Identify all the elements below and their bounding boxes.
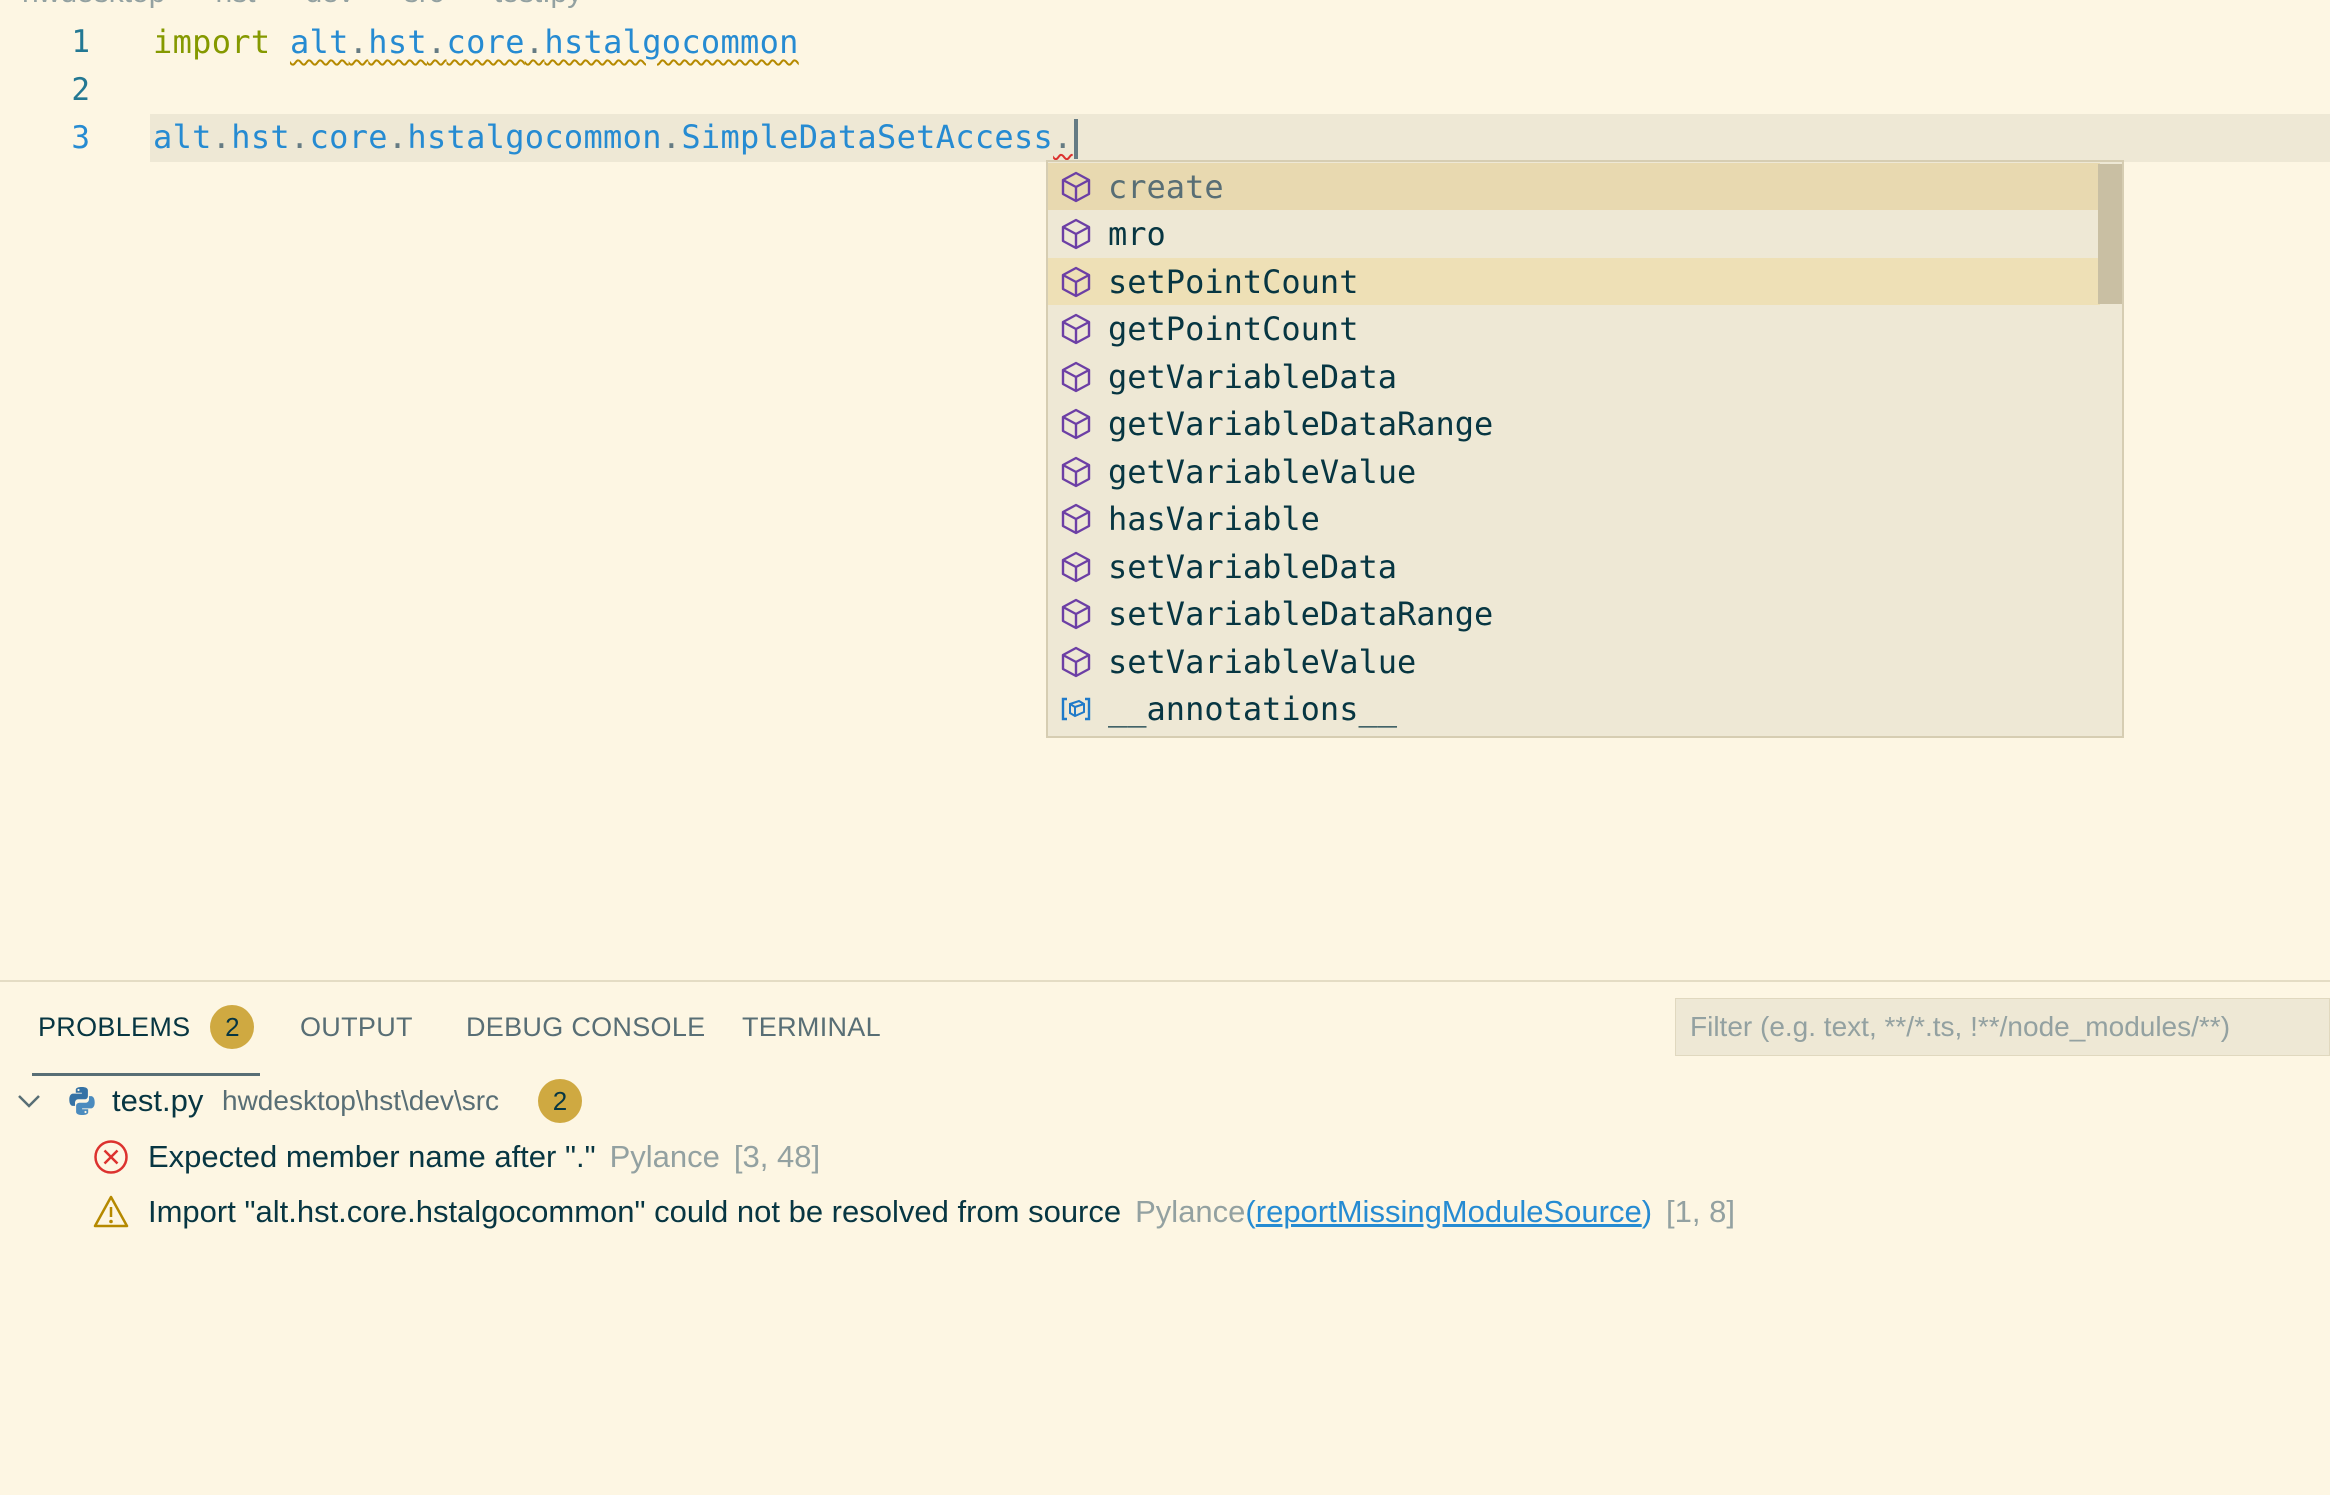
tab-output[interactable]: OUTPUT <box>300 982 413 1072</box>
module-segment: alt <box>289 23 349 61</box>
tab-label: PROBLEMS <box>38 1011 191 1042</box>
suggest-item[interactable]: setPointCount <box>1048 258 2100 305</box>
problem-message: Expected member name after "." <box>148 1139 596 1174</box>
line-number: 2 <box>71 72 90 108</box>
problem-message: Import "alt.hst.core.hstalgocommon" coul… <box>148 1194 1122 1229</box>
paren-open: ( <box>1245 1194 1256 1229</box>
bottom-panel: PROBLEMS 2 OUTPUT DEBUG CONSOLE TERMINAL <box>0 980 2330 1495</box>
code-text: alt.hst.core.hstalgocommon.SimpleDataSet… <box>153 118 1078 159</box>
method-cube-icon <box>1056 499 1096 539</box>
tab-label: TERMINAL <box>742 1011 881 1042</box>
method-cube-icon <box>1056 452 1096 492</box>
problems-file-path: hwdesktop\hst\dev\src <box>222 1085 500 1116</box>
suggest-item[interactable]: mro <box>1048 211 2100 258</box>
suggest-item-label: getVariableData <box>1108 357 1397 396</box>
suggest-item-label: mro <box>1108 215 1166 253</box>
module-segment: hst <box>368 23 427 61</box>
method-cube-icon <box>1056 594 1096 634</box>
problem-text: Expected member name after "." Pylance [3,… <box>148 1139 820 1175</box>
suggest-item[interactable]: __annotations__ <box>1048 686 2100 733</box>
python-file-icon <box>66 1085 98 1117</box>
suggest-scrollbar[interactable] <box>2098 164 2122 304</box>
code-line-current[interactable]: 3 alt.hst.core.hstalgocommon.SimpleDataS… <box>71 114 2330 162</box>
suggest-item[interactable]: setVariableData <box>1048 543 2100 590</box>
code-line[interactable]: 2 <box>0 66 2330 114</box>
suggest-item[interactable]: getVariableData <box>1048 353 2100 400</box>
module-segment: hstalgocommon <box>544 23 799 61</box>
error-squiggle[interactable]: . <box>1053 118 1073 156</box>
method-cube-icon <box>1056 404 1096 444</box>
suggest-item-label: setVariableValue <box>1108 642 1417 681</box>
suggest-item-label: getVariableDataRange <box>1108 405 1494 443</box>
method-cube-icon <box>1056 547 1096 587</box>
suggest-item[interactable]: setVariableValue <box>1048 638 2100 685</box>
suggest-item-label: getPointCount <box>1108 310 1359 348</box>
suggest-widget[interactable]: __annotations__ setVariableValue setVariab… <box>1046 160 2124 738</box>
text-cursor <box>1073 118 1078 159</box>
module-segment: core <box>446 23 525 61</box>
problem-source: Pylance <box>1135 1194 1246 1229</box>
keyword-import: import <box>153 23 271 61</box>
suggest-item[interactable]: getVariableValue <box>1048 448 2100 495</box>
problems-filter-input[interactable] <box>1675 998 2330 1056</box>
panel-tabs: PROBLEMS 2 OUTPUT DEBUG CONSOLE TERMINAL <box>0 982 1660 1076</box>
suggest-item-label: setVariableDataRange <box>1108 595 1494 633</box>
suggest-item[interactable]: getPointCount <box>1048 306 2100 353</box>
method-cube-icon <box>1056 262 1096 302</box>
rule-link[interactable]: reportMissingModuleSource <box>1256 1194 1642 1229</box>
code-line[interactable]: 1 import alt.hst.core.hstalgocommon <box>0 18 2330 66</box>
problem-row-error[interactable]: Expected member name after "." Pylance [3,… <box>0 1130 2330 1184</box>
suggest-item-label: setPointCount <box>1108 262 1359 301</box>
problems-file-row[interactable]: test.py hwdesktop\hst\dev\src 2 <box>0 1074 2330 1128</box>
paren-close: ) <box>1641 1194 1653 1229</box>
line-number: 1 <box>71 24 90 60</box>
suggest-item[interactable]: hasVariable <box>1048 496 2100 543</box>
tab-label: DEBUG CONSOLE <box>466 1011 706 1042</box>
suggest-item[interactable]: getVariableDataRange <box>1048 401 2100 448</box>
module-segment: hst <box>231 117 290 156</box>
variable-icon <box>1056 689 1096 729</box>
suggest-item[interactable]: create <box>1048 163 2100 210</box>
problems-file-name: test.py <box>112 1083 204 1118</box>
suggest-item[interactable]: setVariableDataRange <box>1048 591 2100 638</box>
method-cube-icon <box>1056 214 1096 254</box>
problem-text: Import "alt.hst.core.hstalgocommon" coul… <box>148 1194 1735 1230</box>
suggest-item-label: create <box>1108 167 1224 206</box>
module-segment: alt <box>153 117 212 156</box>
code-text: import alt.hst.core.hstalgocommon <box>153 23 799 61</box>
vscode-window: hwdesktop › hst › dev › src › test.py 1 … <box>0 0 2330 1495</box>
suggest-item-label: __annotations__ <box>1108 690 1397 728</box>
method-cube-icon <box>1056 642 1096 682</box>
problem-position: [3, 48] <box>733 1139 821 1174</box>
warning-icon <box>92 1193 130 1231</box>
error-icon <box>92 1138 130 1176</box>
tab-terminal[interactable]: TERMINAL <box>742 982 881 1072</box>
tab-debug-console[interactable]: DEBUG CONSOLE <box>466 982 705 1072</box>
suggest-item-label: setVariableData <box>1108 547 1397 586</box>
chevron-down-icon[interactable] <box>14 1086 44 1116</box>
class-name: SimpleDataSetAccess <box>681 117 1054 156</box>
method-cube-icon <box>1056 357 1096 397</box>
problem-row-warning[interactable]: Import "alt.hst.core.hstalgocommon" coul… <box>0 1185 2330 1239</box>
problems-count-badge: 2 <box>210 1005 255 1049</box>
warning-squiggle[interactable]: alt.hst.core.hstalgocommon <box>290 23 799 61</box>
method-cube-icon <box>1056 309 1096 349</box>
method-cube-icon <box>1056 167 1096 207</box>
tab-label: OUTPUT <box>300 1011 413 1042</box>
file-problems-count-badge: 2 <box>538 1079 582 1123</box>
suggest-item-label: getVariableValue <box>1108 452 1417 491</box>
module-segment: core <box>309 117 388 156</box>
tab-problems[interactable]: PROBLEMS 2 <box>31 982 261 1076</box>
suggest-item-label: hasVariable <box>1108 500 1320 538</box>
module-segment: hstalgocommon <box>407 117 662 156</box>
problem-position: [1, 8] <box>1666 1194 1735 1229</box>
problem-source: Pylance <box>609 1139 720 1174</box>
line-number: 3 <box>71 120 90 156</box>
